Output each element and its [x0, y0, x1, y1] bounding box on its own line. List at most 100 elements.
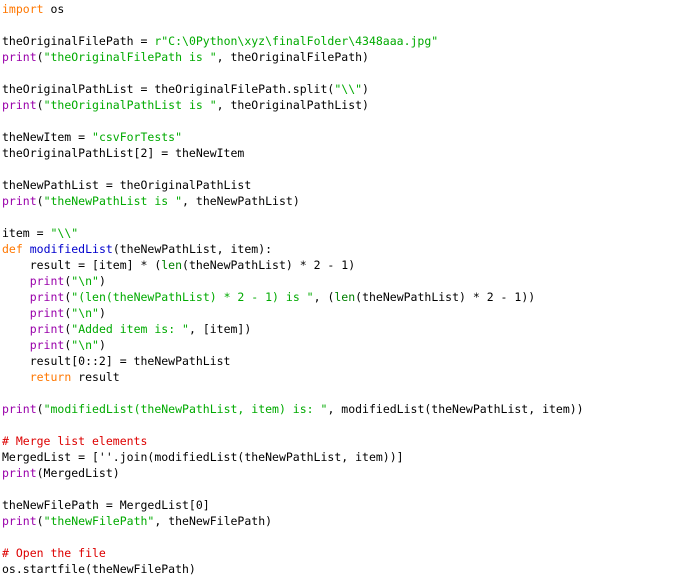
code-token-plain: result [71, 370, 120, 384]
code-line: print("theOriginalFilePath is ", theOrig… [0, 49, 674, 65]
code-line: print("modifiedList(theNewPathList, item… [0, 401, 674, 417]
code-token-plain: ( [36, 98, 44, 112]
code-line: print("Added item is: ", [item]) [0, 321, 674, 337]
code-token-plain: (theNewPathList) * 2 - 1) [182, 258, 356, 272]
code-line: result[0::2] = theNewPathList [0, 353, 674, 369]
code-token-kw: return [29, 370, 72, 384]
code-token-kw: def [2, 242, 23, 256]
code-token-string: "\n" [71, 306, 99, 320]
code-token-plain: item = [2, 226, 51, 240]
code-line: print("theNewPathList is ", theNewPathLi… [0, 193, 674, 209]
code-token-kw: import [2, 2, 44, 16]
code-token-plain: , theOriginalFilePath) [216, 50, 369, 64]
code-line: import os [0, 1, 674, 17]
code-token-plain: ) [98, 306, 106, 320]
code-token-plain: result[0::2] = theNewPathList [2, 354, 231, 368]
code-token-print: print [2, 402, 37, 416]
code-token-plain: ( [36, 514, 44, 528]
code-token-string: "theOriginalPathList is " [43, 98, 217, 112]
code-token-plain: theOriginalPathList = theOriginalFilePat… [2, 82, 335, 96]
code-line: # Merge list elements [0, 433, 674, 449]
code-token-func: modifiedList [29, 242, 113, 256]
code-line: print("theOriginalPathList is ", theOrig… [0, 97, 674, 113]
code-line: theNewItem = "csvForTests" [0, 129, 674, 145]
code-token-string: "\n" [71, 274, 99, 288]
code-line: # Open the file [0, 545, 674, 561]
code-token-plain: , theOriginalPathList) [216, 98, 369, 112]
code-line: result = [item] * (len(theNewPathList) *… [0, 257, 674, 273]
code-line: print("\n") [0, 337, 674, 353]
code-line: theOriginalPathList = theOriginalFilePat… [0, 81, 674, 97]
code-line: def modifiedList(theNewPathList, item): [0, 241, 674, 257]
code-token-string: "theNewFilePath" [43, 514, 155, 528]
code-line: print("theNewFilePath", theNewFilePath) [0, 513, 674, 529]
code-token-print: print [2, 98, 37, 112]
code-token-print: print [29, 274, 65, 288]
code-token-plain: ) [98, 338, 106, 352]
code-token-plain: os [43, 2, 65, 16]
code-line: print("(len(theNewPathList) * 2 - 1) is … [0, 289, 674, 305]
code-token-plain: , theNewPathList) [182, 194, 300, 208]
code-token-plain: ) [362, 82, 369, 96]
code-line: print("\n") [0, 273, 674, 289]
code-token-string: "(len(theNewPathList) * 2 - 1) is " [71, 290, 314, 304]
code-token-print: print [2, 466, 37, 480]
code-token-print: print [2, 50, 37, 64]
code-token-print: print [29, 306, 65, 320]
code-token-plain: theOriginalFilePath = [2, 34, 155, 48]
code-token-plain: theNewItem = [2, 130, 93, 144]
code-line: theOriginalPathList[2] = theNewItem [0, 145, 674, 161]
code-token-plain: (MergedList) [36, 466, 120, 480]
code-token-comment: # Open the file [2, 546, 106, 560]
code-token-plain: theNewFilePath = MergedList[0] [2, 498, 210, 512]
code-token-string: "\n" [71, 338, 99, 352]
code-line: item = "\\" [0, 225, 674, 241]
code-token-plain: theNewPathList = theOriginalPathList [2, 178, 252, 192]
code-token-plain: (theNewPathList, item): [112, 242, 273, 256]
code-editor[interactable]: import os theOriginalFilePath = r"C:\0Py… [0, 1, 674, 576]
code-token-string: "theOriginalFilePath is " [43, 50, 217, 64]
code-token-plain: , [item]) [188, 322, 252, 336]
code-token-builtin: len [334, 290, 356, 304]
code-token-string: "\\" [50, 226, 79, 240]
code-token-plain: , modifiedList(theNewPathList, item)) [327, 402, 584, 416]
code-token-string: "theNewPathList is " [43, 194, 183, 208]
code-token-print: print [29, 290, 65, 304]
code-token-string: "\\" [334, 82, 363, 96]
code-token-print: print [29, 322, 65, 336]
code-token-plain: MergedList = [''.join(modifiedList(theNe… [2, 450, 404, 464]
code-token-plain: ( [36, 194, 44, 208]
code-token-string: r"C:\0Python\xyz\finalFolder\4348aaa.jpg… [154, 34, 439, 48]
code-token-plain: , ( [313, 290, 335, 304]
code-line: theNewPathList = theOriginalPathList [0, 177, 674, 193]
code-token-plain: ) [98, 274, 106, 288]
code-token-plain: os.startfile(theNewFilePath) [2, 562, 196, 576]
code-line: theOriginalFilePath = r"C:\0Python\xyz\f… [0, 33, 674, 49]
code-line: theNewFilePath = MergedList[0] [0, 497, 674, 513]
code-token-plain: result = [item] * ( [2, 258, 162, 272]
code-token-builtin: len [161, 258, 183, 272]
code-token-comment: # Merge list elements [2, 434, 148, 448]
code-token-plain: ( [36, 50, 44, 64]
code-token-string: "csvForTests" [92, 130, 183, 144]
code-token-string: "modifiedList(theNewPathList, item) is: … [43, 402, 328, 416]
code-token-plain: (theNewPathList) * 2 - 1)) [355, 290, 536, 304]
code-token-plain: ( [36, 402, 44, 416]
code-line: MergedList = [''.join(modifiedList(theNe… [0, 449, 674, 465]
code-token-print: print [2, 194, 37, 208]
